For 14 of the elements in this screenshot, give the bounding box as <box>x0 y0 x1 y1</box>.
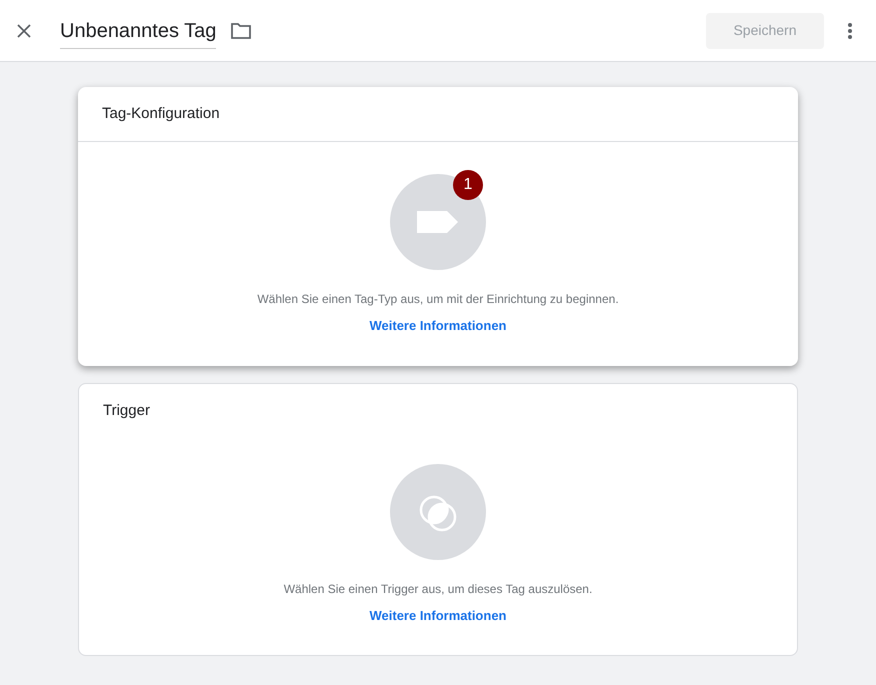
title-field[interactable]: Unbenanntes Tag <box>60 16 216 49</box>
more-icon[interactable] <box>848 22 852 40</box>
card-title: Tag-Konfiguration <box>102 104 220 124</box>
more-info-link[interactable]: Weitere Informationen <box>369 606 506 626</box>
tag-icon[interactable] <box>390 174 486 270</box>
card-title: Trigger <box>103 401 150 422</box>
more-info-link[interactable]: Weitere Informationen <box>369 316 506 336</box>
description-text: Wählen Sie einen Trigger aus, um dieses Tag auszulösen. <box>284 581 592 598</box>
card-background[interactable]: Trigger Wählen Sie einen Trigger aus, um dieses Tag auszulösen. Weitere Informationen <box>78 383 798 656</box>
close-icon <box>16 22 32 38</box>
description-text: Wählen Sie einen Tag-Typ aus, um mit der Einrichtung zu beginnen. <box>257 291 619 308</box>
card-background[interactable]: Tag-Konfiguration 1 Wählen Sie einen Tag-Typ aus, um mit der Einrichtung zu beginnen. Weitere Informationen <box>78 87 798 366</box>
folder-icon[interactable] <box>230 22 252 40</box>
count-badge: 1 <box>453 170 483 200</box>
